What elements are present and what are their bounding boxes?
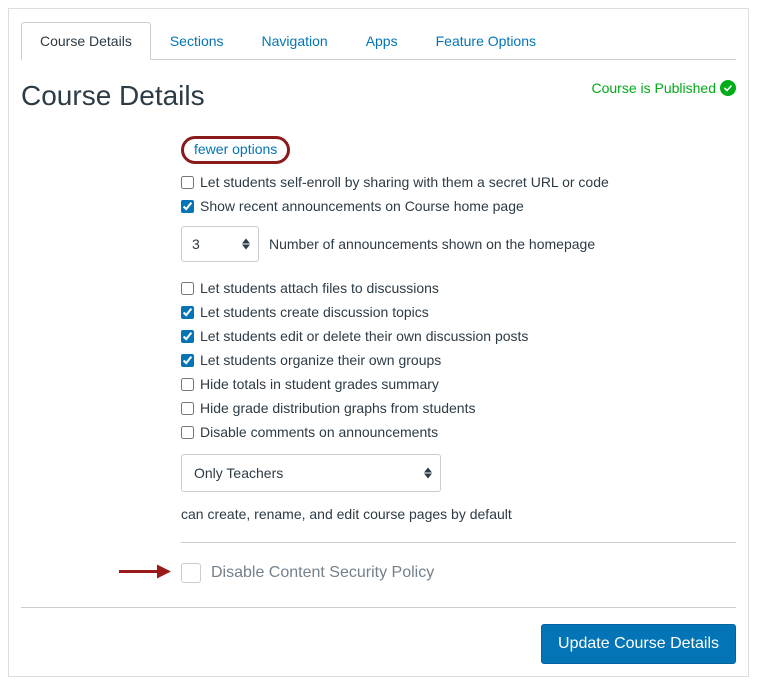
- settings-tabs: Course Details Sections Navigation Apps …: [21, 21, 736, 60]
- option-attach-files[interactable]: Let students attach files to discussions: [181, 276, 736, 300]
- arrow-right-icon: [117, 563, 173, 584]
- option-label: Hide grade distribution graphs from stud…: [200, 400, 475, 416]
- tab-course-details[interactable]: Course Details: [21, 22, 151, 60]
- fewer-options-highlight: fewer options: [181, 136, 290, 164]
- tab-label: Course Details: [40, 33, 132, 49]
- option-disable-comments-checkbox[interactable]: [181, 426, 194, 439]
- footer-divider: [21, 607, 736, 608]
- option-label: Disable comments on announcements: [200, 424, 438, 440]
- select-caret-icon: [424, 468, 432, 479]
- option-organize-groups[interactable]: Let students organize their own groups: [181, 348, 736, 372]
- csp-checkbox[interactable]: [181, 563, 201, 583]
- option-label: Hide totals in student grades summary: [200, 376, 439, 392]
- tab-label: Navigation: [262, 33, 328, 49]
- option-disable-comments[interactable]: Disable comments on announcements: [181, 420, 736, 444]
- option-self-enroll-checkbox[interactable]: [181, 176, 194, 189]
- page-header-row: Course Details Course is Published: [21, 80, 736, 112]
- option-hide-totals[interactable]: Hide totals in student grades summary: [181, 372, 736, 396]
- option-edit-posts-checkbox[interactable]: [181, 330, 194, 343]
- option-show-announcements[interactable]: Show recent announcements on Course home…: [181, 194, 736, 218]
- announcement-count-value: 3: [192, 236, 200, 252]
- section-divider: [181, 542, 736, 543]
- pages-role-value: Only Teachers: [194, 465, 283, 481]
- pages-role-row: Only Teachers: [181, 454, 736, 492]
- announcement-count-label: Number of announcements shown on the hom…: [269, 236, 595, 252]
- options-section: fewer options Let students self-enroll b…: [181, 136, 736, 589]
- tab-navigation[interactable]: Navigation: [243, 22, 347, 60]
- option-hide-grade-graphs-checkbox[interactable]: [181, 402, 194, 415]
- tab-feature-options[interactable]: Feature Options: [417, 22, 555, 60]
- option-label: Let students edit or delete their own di…: [200, 328, 528, 344]
- csp-label: Disable Content Security Policy: [211, 564, 434, 582]
- tab-label: Feature Options: [436, 33, 536, 49]
- option-show-announcements-checkbox[interactable]: [181, 200, 194, 213]
- option-label: Let students create discussion topics: [200, 304, 429, 320]
- option-label: Let students self-enroll by sharing with…: [200, 174, 609, 190]
- options-list-1: Let students self-enroll by sharing with…: [181, 170, 736, 218]
- option-label: Let students attach files to discussions: [200, 280, 439, 296]
- option-hide-totals-checkbox[interactable]: [181, 378, 194, 391]
- option-label: Let students organize their own groups: [200, 352, 441, 368]
- course-settings-page: Course Details Sections Navigation Apps …: [8, 8, 749, 677]
- pages-role-select[interactable]: Only Teachers: [181, 454, 441, 492]
- update-button-label: Update Course Details: [558, 635, 719, 652]
- announcement-count-row: 3 Number of announcements shown on the h…: [181, 226, 736, 262]
- option-edit-posts[interactable]: Let students edit or delete their own di…: [181, 324, 736, 348]
- option-create-topics-checkbox[interactable]: [181, 306, 194, 319]
- page-title: Course Details: [21, 80, 205, 112]
- option-hide-grade-graphs[interactable]: Hide grade distribution graphs from stud…: [181, 396, 736, 420]
- csp-row: Disable Content Security Policy: [181, 557, 736, 589]
- options-list-2: Let students attach files to discussions…: [181, 276, 736, 444]
- footer-row: Update Course Details: [21, 624, 736, 664]
- option-label: Show recent announcements on Course home…: [200, 198, 524, 214]
- tab-label: Sections: [170, 33, 224, 49]
- tab-apps[interactable]: Apps: [347, 22, 417, 60]
- option-organize-groups-checkbox[interactable]: [181, 354, 194, 367]
- fewer-options-link[interactable]: fewer options: [194, 141, 277, 157]
- tab-sections[interactable]: Sections: [151, 22, 243, 60]
- option-create-topics[interactable]: Let students create discussion topics: [181, 300, 736, 324]
- select-caret-icon: [242, 239, 250, 250]
- publish-status: Course is Published: [591, 80, 736, 96]
- update-course-details-button[interactable]: Update Course Details: [541, 624, 736, 664]
- tab-label: Apps: [366, 33, 398, 49]
- published-check-icon: [720, 80, 736, 96]
- pages-role-caption: can create, rename, and edit course page…: [181, 506, 736, 522]
- publish-status-text: Course is Published: [591, 80, 716, 96]
- option-self-enroll[interactable]: Let students self-enroll by sharing with…: [181, 170, 736, 194]
- option-attach-files-checkbox[interactable]: [181, 282, 194, 295]
- announcement-count-select[interactable]: 3: [181, 226, 259, 262]
